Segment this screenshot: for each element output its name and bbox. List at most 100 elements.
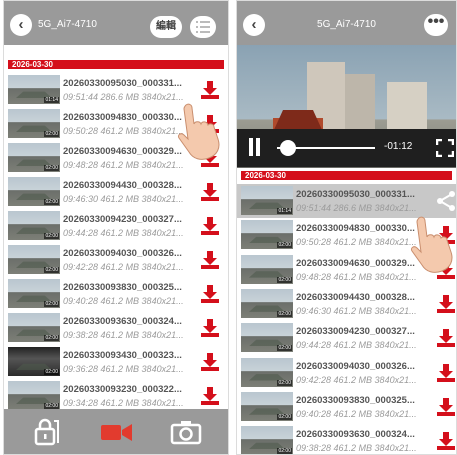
video-thumbnail[interactable]: 02:00 [241,357,293,387]
download-button[interactable] [200,216,220,236]
recording-row[interactable]: 02:00 20260330094030_000326... 09:42:28 46… [237,356,456,390]
thumbnail-duration: 01:14 [277,208,292,214]
download-button[interactable] [200,318,220,338]
video-thumbnail[interactable]: 02:00 [241,254,293,284]
download-icon [201,319,219,337]
video-frame-building [387,82,427,132]
thumbnail-duration: 02:00 [44,369,59,375]
tab-locked-files[interactable] [32,417,62,447]
download-button[interactable] [200,386,220,406]
recording-row[interactable]: 02:00 20260330094230_000327... 09:44:28 46… [237,321,456,355]
download-button[interactable] [436,431,456,451]
download-button[interactable] [200,250,220,270]
thumbnail-duration: 02:00 [277,448,292,455]
video-thumbnail[interactable]: 02:00 [241,323,293,353]
download-button[interactable] [436,294,456,314]
page-title: 5G_Ai7-4710 [38,19,97,30]
recording-details: 09:46:30 461.2 MB 3840x21... [296,305,417,316]
download-icon [437,432,455,451]
seek-handle[interactable] [279,140,296,156]
download-button[interactable] [436,363,456,383]
video-thumbnail[interactable]: 02:00 [8,211,60,240]
recording-row[interactable]: 02:00 20260330093430_000323... 09:36:28 46… [4,345,228,379]
recording-details: 09:42:28 461.2 MB 3840x21... [63,262,184,272]
video-thumbnail[interactable]: 02:00 [8,177,60,206]
download-icon [201,183,219,201]
recording-filename: 20260330094230_000327... [63,214,182,225]
tab-videos[interactable] [100,417,132,447]
recording-row[interactable]: 01:14 20260330095030_000331... 09:51:44 28… [237,184,456,218]
recording-row[interactable]: 02:00 20260330093830_000325... 09:40:28 46… [237,390,456,424]
recording-filename: 20260330094030_000326... [296,360,415,372]
video-thumbnail[interactable]: 02:00 [241,426,293,455]
remaining-time: -01:12 [384,141,413,152]
recording-row[interactable]: 02:00 20260330094430_000328... 09:46:30 46… [237,287,456,321]
hand-pointer-icon [178,103,220,160]
video-frame-building [345,74,375,132]
video-thumbnail[interactable]: 02:00 [8,143,60,172]
recording-filename: 20260330094230_000327... [296,326,415,338]
video-thumbnail[interactable]: 02:00 [8,245,60,274]
download-button[interactable] [200,352,220,372]
video-thumbnail[interactable]: 01:14 [241,186,293,215]
download-button[interactable] [200,182,220,202]
recording-row[interactable]: 02:00 20260330093630_000324... 09:38:28 46… [237,424,456,455]
edit-button[interactable]: 編輯 [150,16,182,38]
recording-filename: 20260330095030_000331... [296,189,415,200]
share-button[interactable] [435,190,456,212]
recording-filename: 20260330095030_000331... [63,78,182,89]
recording-list-screen: ‹ 5G_Ai7-4710 編輯 2026-03-30 01:14 2026033… [3,0,229,455]
recording-filename: 20260330093630_000324... [63,316,182,327]
back-button[interactable]: ‹ [10,14,32,36]
recording-details: 09:36:28 461.2 MB 3840x21... [63,364,184,374]
more-options-button[interactable]: ••• [424,14,448,36]
download-icon [437,363,455,382]
video-thumbnail[interactable]: 02:00 [8,347,60,376]
video-thumbnail[interactable]: 02:00 [8,109,60,138]
thumbnail-duration: 02:00 [277,276,292,283]
recording-filename: 20260330093430_000323... [63,350,182,361]
recording-filename: 20260330093230_000322... [63,384,182,395]
download-button[interactable] [436,328,456,348]
thumbnail-duration: 02:00 [277,310,292,317]
recording-row[interactable]: 02:00 20260330093630_000324... 09:38:28 46… [4,311,228,345]
pause-button[interactable] [247,138,261,156]
list-view-button[interactable] [190,16,216,38]
video-thumbnail[interactable]: 02:00 [241,220,293,250]
video-thumbnail[interactable]: 02:00 [8,313,60,342]
recording-details: 09:46:30 461.2 MB 3840x21... [63,194,184,204]
recording-row[interactable]: 02:00 20260330093830_000325... 09:40:28 46… [4,277,228,311]
video-thumbnail[interactable]: 02:00 [241,288,293,318]
video-thumbnail[interactable]: 02:00 [8,381,60,410]
recording-details: 09:48:28 461.2 MB 3840x21... [63,160,184,170]
recording-details: 09:34:28 461.2 MB 3840x21... [63,398,184,408]
camera-icon [170,421,202,445]
download-icon [437,397,455,416]
share-icon [437,191,455,211]
thumbnail-duration: 02:00 [44,267,59,273]
thumbnail-duration: 02:00 [44,131,59,137]
thumbnail-duration: 02:00 [44,233,59,239]
download-button[interactable] [436,397,456,417]
recording-details: 09:38:28 461.2 MB 3840x21... [296,443,417,454]
download-icon [201,81,219,99]
download-icon [201,285,219,303]
video-thumbnail[interactable]: 02:00 [241,391,293,421]
recording-filename: 20260330093830_000325... [296,394,415,406]
video-thumbnail[interactable]: 01:14 [8,75,60,104]
recording-row[interactable]: 02:00 20260330093230_000322... 09:34:28 46… [4,379,228,413]
hand-pointer-icon [411,216,453,273]
thumbnail-duration: 02:00 [44,301,59,307]
fullscreen-button[interactable] [435,138,455,158]
tab-photos[interactable] [170,417,202,447]
recording-filename: 20260330094030_000326... [63,248,182,259]
fullscreen-icon [435,138,455,158]
recording-filename: 20260330093630_000324... [296,429,415,441]
recording-row[interactable]: 02:00 20260330094430_000328... 09:46:30 46… [4,175,228,209]
recording-row[interactable]: 02:00 20260330094030_000326... 09:42:28 46… [4,243,228,277]
download-button[interactable] [200,284,220,304]
recording-row[interactable]: 02:00 20260330094230_000327... 09:44:28 46… [4,209,228,243]
download-button[interactable] [200,80,220,100]
video-thumbnail[interactable]: 02:00 [8,279,60,308]
player-controls: -01:12 [237,129,456,167]
